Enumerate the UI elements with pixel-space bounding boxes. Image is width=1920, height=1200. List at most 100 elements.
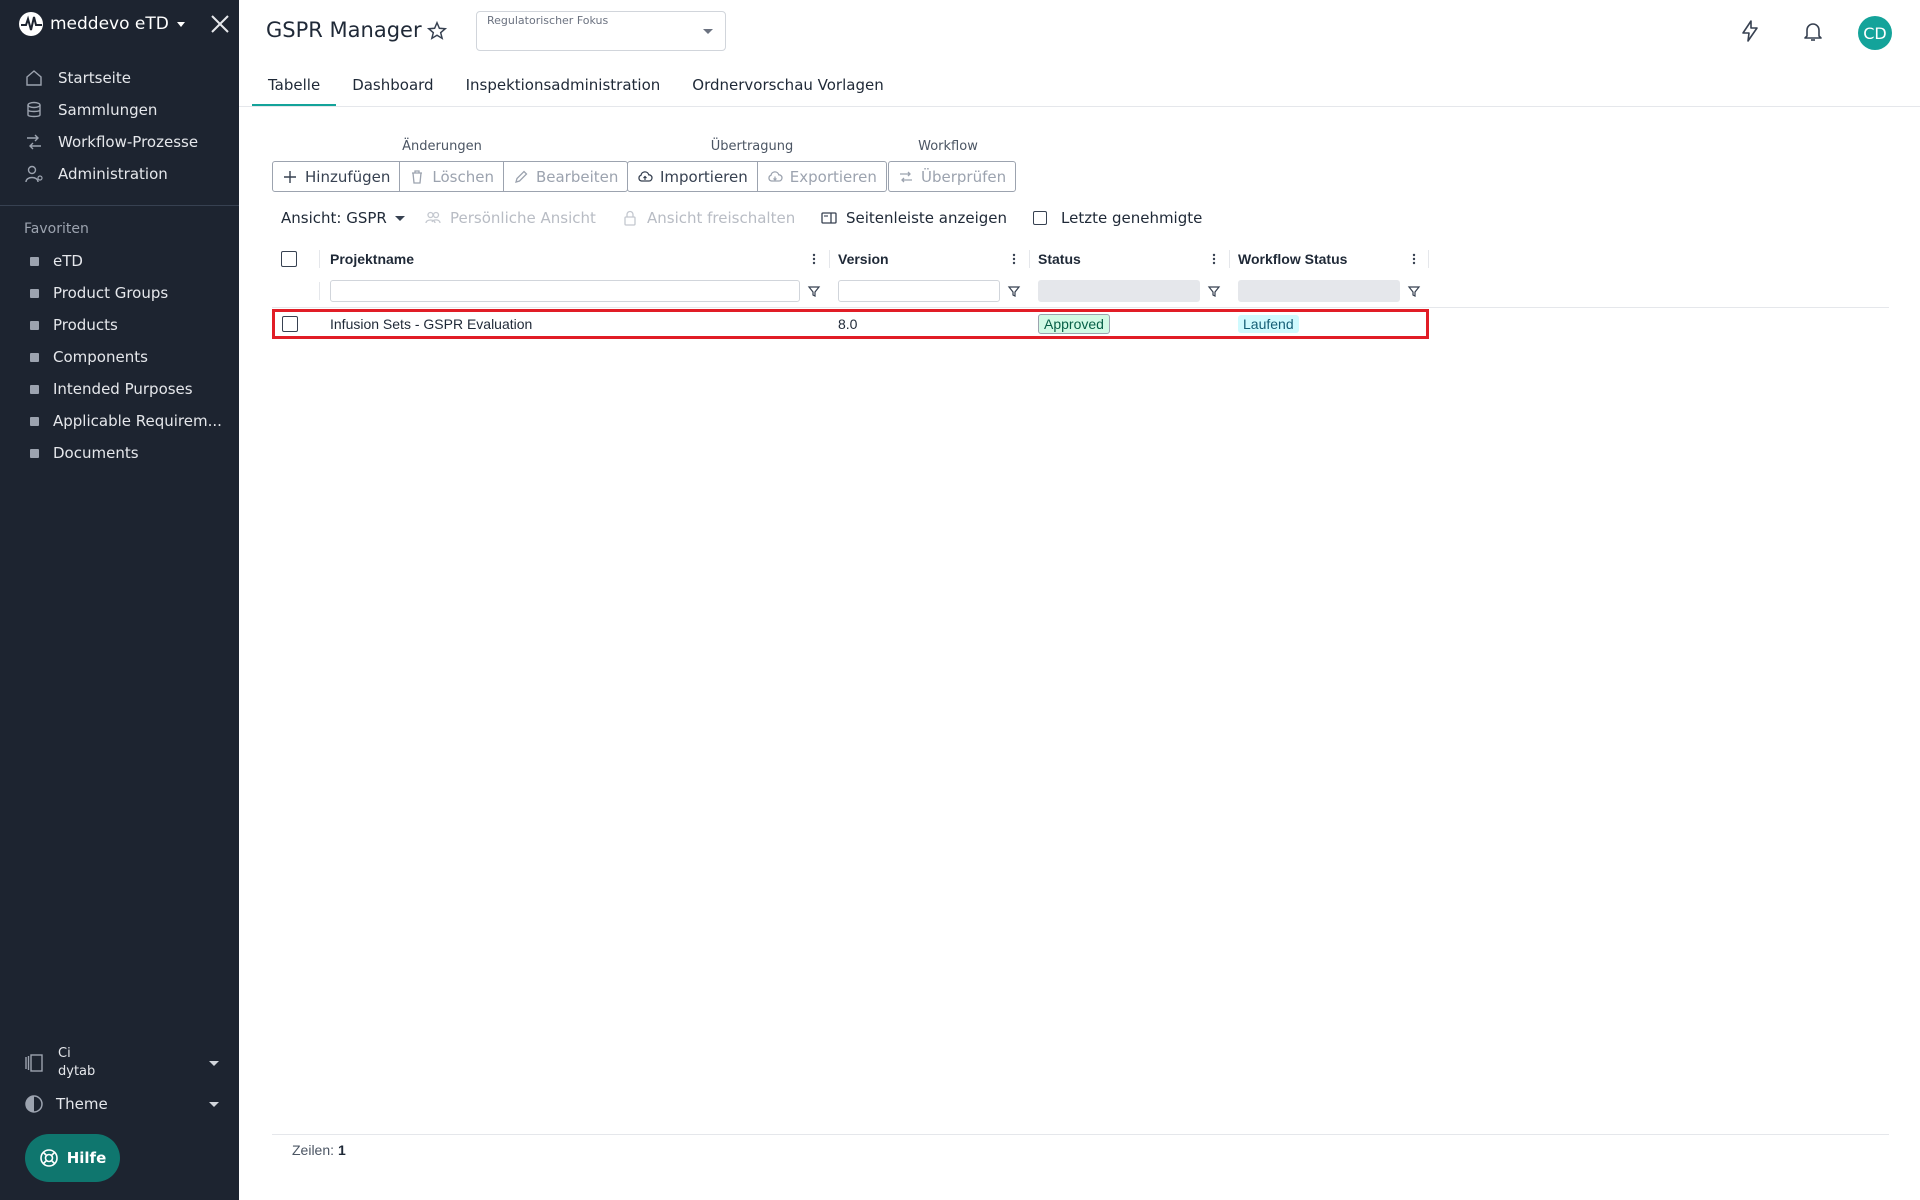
tab-divider: [239, 106, 1920, 107]
cell-status: Approved: [1038, 312, 1110, 336]
version-filter-input[interactable]: [838, 280, 1000, 302]
app-name: meddevo eTD: [50, 14, 169, 34]
theme-switcher[interactable]: Theme: [24, 1092, 219, 1116]
square-icon: [30, 352, 39, 362]
nav-item-workflow[interactable]: Workflow-Prozesse: [0, 126, 239, 158]
tenant-switcher[interactable]: Ci dytab: [24, 1045, 219, 1081]
column-header-projektname[interactable]: Projektname: [330, 246, 414, 272]
column-header-version[interactable]: Version: [838, 246, 889, 272]
column-menu-icon[interactable]: [1012, 252, 1016, 266]
main-nav: Startseite Sammlungen Workflow-Prozesse …: [0, 62, 239, 190]
rows-count: 1: [338, 1142, 346, 1158]
help-button[interactable]: Hilfe: [25, 1134, 120, 1182]
table-row[interactable]: Infusion Sets - GSPR Evaluation 8.0 Appr…: [272, 309, 1429, 339]
lock-icon: [624, 210, 636, 226]
delete-button[interactable]: Löschen: [400, 162, 504, 191]
filter-icon[interactable]: [1207, 284, 1221, 298]
sidebar-toggle-label: Seitenleiste anzeigen: [846, 209, 1008, 227]
column-menu-icon[interactable]: [1212, 252, 1216, 266]
workflow-status-badge: Laufend: [1238, 315, 1299, 333]
workflow-icon: [27, 134, 41, 150]
favorite-item-applicable-requirements[interactable]: Applicable Requirem...: [0, 405, 239, 437]
brand-logo-icon: [19, 12, 43, 36]
grid-footer: Zeilen: 1: [292, 1142, 346, 1158]
favorite-item-intended-purposes[interactable]: Intended Purposes: [0, 373, 239, 405]
nav-item-label: Startseite: [58, 69, 131, 87]
edit-button[interactable]: Bearbeiten: [504, 162, 627, 191]
favorite-label: Applicable Requirem...: [53, 412, 222, 430]
square-icon: [30, 384, 39, 394]
column-separator: [829, 250, 830, 268]
filter-row: [272, 278, 1429, 304]
status-filter-input[interactable]: [1038, 280, 1200, 302]
column-separator: [319, 250, 320, 268]
trash-icon: [412, 169, 423, 184]
last-approved-label: Letzte genehmigte: [1061, 209, 1203, 227]
tenant-text: Ci dytab: [58, 1045, 95, 1081]
import-button[interactable]: Importieren: [628, 162, 758, 191]
regulatory-focus-label: Regulatorischer Fokus: [487, 14, 609, 27]
favorite-item-product-groups[interactable]: Product Groups: [0, 277, 239, 309]
tenant-name: Ci: [58, 1046, 71, 1061]
unlock-view-button[interactable]: Ansicht freischalten: [621, 207, 795, 229]
add-button[interactable]: Hinzufügen: [273, 162, 401, 191]
tab-inspektionsadministration[interactable]: Inspektionsadministration: [450, 70, 677, 107]
nav-item-sammlungen[interactable]: Sammlungen: [0, 94, 239, 126]
column-header-status[interactable]: Status: [1038, 246, 1081, 272]
cloud-upload-icon: [638, 170, 653, 182]
export-button[interactable]: Exportieren: [758, 162, 886, 191]
filter-icon[interactable]: [807, 284, 821, 298]
favorite-item-documents[interactable]: Documents: [0, 437, 239, 469]
changes-group-label: Änderungen: [402, 139, 482, 154]
workflow-status-filter-input[interactable]: [1238, 280, 1400, 302]
checkbox[interactable]: [1033, 211, 1047, 225]
column-header-workflow-status[interactable]: Workflow Status: [1238, 246, 1347, 272]
column-menu-icon[interactable]: [812, 252, 816, 266]
transfer-button-group: Importieren Exportieren: [627, 161, 887, 192]
square-icon: [30, 320, 39, 330]
column-separator: [1428, 250, 1429, 268]
tab-ordnervorschau-vorlagen[interactable]: Ordnervorschau Vorlagen: [676, 70, 899, 107]
personal-view-button[interactable]: Persönliche Ansicht: [424, 207, 596, 229]
projektname-filter-input[interactable]: [330, 280, 800, 302]
chevron-down-icon: [176, 21, 185, 27]
review-button[interactable]: Überprüfen: [889, 162, 1015, 191]
lightning-icon[interactable]: [1738, 19, 1762, 43]
row-checkbox[interactable]: [282, 316, 298, 332]
filter-icon[interactable]: [1407, 284, 1421, 298]
columns-icon: [25, 1054, 43, 1072]
close-icon[interactable]: [208, 12, 232, 36]
workflow-group-label: Workflow: [918, 139, 978, 154]
help-label: Hilfe: [66, 1149, 107, 1167]
nav-item-startseite[interactable]: Startseite: [0, 62, 239, 94]
filter-icon[interactable]: [1007, 284, 1021, 298]
app-switcher[interactable]: meddevo eTD: [18, 10, 185, 38]
square-icon: [30, 416, 39, 426]
view-select-label: Ansicht: GSPR: [281, 209, 387, 227]
regulatory-focus-select[interactable]: Regulatorischer Fokus: [476, 11, 726, 51]
favorite-item-components[interactable]: Components: [0, 341, 239, 373]
tab-dashboard[interactable]: Dashboard: [336, 70, 449, 107]
view-select[interactable]: Ansicht: GSPR: [281, 207, 405, 229]
favorite-item-products[interactable]: Products: [0, 309, 239, 341]
review-button-label: Überprüfen: [921, 167, 1007, 186]
star-icon[interactable]: [426, 20, 448, 42]
theme-label: Theme: [56, 1095, 108, 1113]
select-all-checkbox[interactable]: [281, 251, 297, 267]
sidebar-panel-icon: [821, 212, 837, 224]
avatar[interactable]: CD: [1858, 16, 1892, 50]
cell-version: 8.0: [838, 316, 858, 332]
favorite-label: Intended Purposes: [53, 380, 193, 398]
sidebar-toggle-button[interactable]: Seitenleiste anzeigen: [820, 207, 1007, 229]
last-approved-checkbox[interactable]: Letzte genehmigte: [1033, 207, 1202, 229]
user-settings-icon: [25, 165, 43, 183]
edit-button-label: Bearbeiten: [535, 167, 619, 186]
nav-item-administration[interactable]: Administration: [0, 158, 239, 190]
home-icon: [26, 70, 42, 86]
bell-icon[interactable]: [1801, 19, 1825, 43]
tab-tabelle[interactable]: Tabelle: [252, 70, 337, 107]
workflow-button-group: Überprüfen: [888, 161, 1017, 192]
column-menu-icon[interactable]: [1412, 252, 1416, 266]
favorite-item-etd[interactable]: eTD: [0, 245, 239, 277]
cloud-download-icon: [768, 170, 783, 182]
